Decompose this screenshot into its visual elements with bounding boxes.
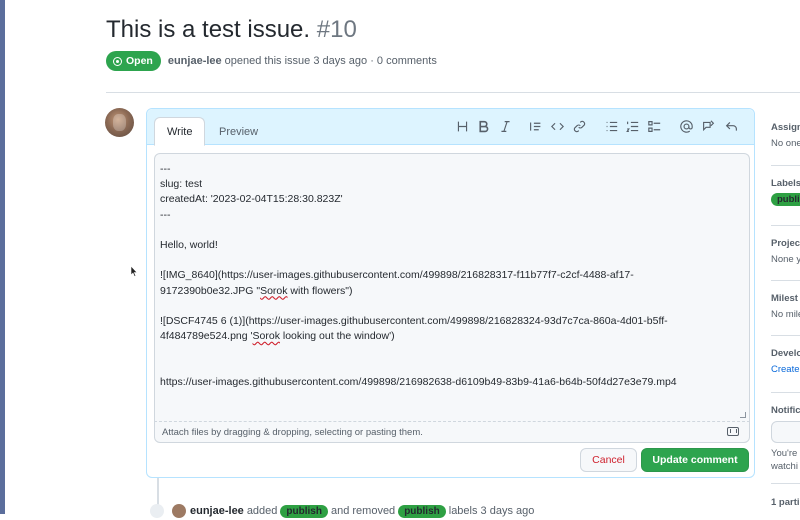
reply-icon[interactable]	[723, 118, 739, 134]
sidebar-heading: 1 parti	[771, 497, 800, 508]
text-line: createdAt: '2023-02-04T15:28:30.823Z'	[160, 193, 343, 206]
label-badge[interactable]: publi	[771, 193, 800, 206]
event-author-link[interactable]: eunjae-lee	[190, 505, 244, 517]
issue-title: This is a test issue. #10	[106, 16, 357, 44]
issue-meta-text: opened this issue 3 days ago · 0 comment…	[224, 55, 437, 67]
editor-header: Write Preview	[147, 109, 754, 146]
sidebar-divider	[771, 165, 800, 166]
sidebar-divider	[771, 335, 800, 336]
label-badge[interactable]: publish	[280, 504, 328, 518]
sidebar-heading: Labels	[771, 178, 800, 189]
text-line	[160, 360, 744, 375]
avatar[interactable]	[172, 504, 186, 518]
cross-reference-icon[interactable]	[700, 118, 716, 134]
issue-number: #10	[316, 16, 357, 43]
task-list-icon[interactable]	[646, 118, 662, 134]
sidebar-labels[interactable]: Labels publi	[771, 178, 800, 206]
text-line: https://user-images.githubusercontent.co…	[160, 375, 677, 388]
text-line: 4f484789e524.png 'Sorok looking out the …	[160, 330, 395, 343]
spellcheck-word: Sorok	[260, 284, 288, 297]
cancel-button[interactable]: Cancel	[580, 448, 637, 472]
sidebar-value: You're	[771, 448, 798, 459]
text-line: Hello, world!	[160, 239, 218, 251]
italic-icon[interactable]	[497, 118, 513, 134]
tag-icon	[150, 504, 164, 518]
attach-files-bar[interactable]: Attach files by dragging & dropping, sel…	[154, 421, 750, 443]
header-divider	[106, 92, 800, 93]
sidebar-value: None y	[771, 254, 800, 265]
markdown-icon[interactable]	[727, 427, 739, 436]
spellcheck-word: Sorok	[252, 330, 280, 343]
text-line	[160, 344, 744, 359]
update-comment-button[interactable]: Update comment	[641, 448, 749, 472]
event-action: and removed	[330, 505, 396, 517]
heading-icon[interactable]	[454, 118, 470, 134]
tab-preview[interactable]: Preview	[207, 117, 270, 146]
text-line	[160, 223, 744, 238]
sidebar-milestone[interactable]: Milest No mile	[771, 293, 800, 320]
text-line: ---	[160, 163, 171, 175]
issue-meta: Open eunjae-lee opened this issue 3 days…	[106, 51, 437, 71]
subscribe-button[interactable]	[771, 421, 800, 443]
bold-icon[interactable]	[475, 118, 491, 134]
quote-icon[interactable]	[527, 118, 543, 134]
code-icon[interactable]	[549, 118, 565, 134]
bulleted-list-icon[interactable]	[603, 118, 619, 134]
attach-hint: Attach files by dragging & dropping, sel…	[162, 427, 423, 438]
text-line: 9172390b0e32.JPG "Sorok with flowers")	[160, 284, 353, 297]
mention-icon[interactable]	[678, 118, 694, 134]
sidebar-divider	[771, 392, 800, 393]
window-edge	[0, 0, 5, 514]
text-line: ![IMG_8640](https://user-images.githubus…	[160, 269, 634, 282]
text-line: ![DSCF4745 6 (1)](https://user-images.gi…	[160, 314, 668, 327]
sidebar-value: No mile	[771, 309, 800, 320]
sidebar-development[interactable]: Develo Create	[771, 348, 800, 375]
label-badge[interactable]: publish	[398, 504, 446, 518]
sidebar-heading: Notific	[771, 405, 800, 416]
event-time: labels 3 days ago	[448, 505, 535, 517]
avatar[interactable]	[105, 108, 134, 137]
issue-author-link[interactable]: eunjae-lee	[168, 55, 222, 67]
sidebar-projects[interactable]: Projec None y	[771, 238, 800, 265]
sidebar-assignees[interactable]: Assign No one	[771, 122, 800, 149]
issue-title-text: This is a test issue.	[106, 16, 311, 43]
sidebar-heading: Assign	[771, 122, 800, 133]
link-icon[interactable]	[571, 118, 587, 134]
sidebar-value: No one	[771, 138, 800, 149]
sidebar-value: watchi	[771, 461, 798, 472]
sidebar-divider	[771, 225, 800, 226]
mouse-cursor-icon	[131, 266, 137, 277]
sidebar-heading: Milest	[771, 293, 798, 304]
text-line	[160, 253, 744, 268]
text-line: ---	[160, 208, 171, 221]
comment-body-textarea[interactable]: --- slug: test createdAt: '2023-02-04T15…	[154, 153, 750, 421]
timeline-event: eunjae-lee added publish and removed pub…	[150, 502, 534, 520]
event-action: added	[246, 505, 278, 517]
sidebar-participants: 1 parti	[771, 497, 800, 508]
sidebar-notifications: Notific You're watchi	[771, 405, 800, 472]
sidebar-divider	[771, 483, 800, 484]
text-line	[160, 299, 744, 314]
text-line: slug: test	[160, 178, 203, 191]
comment-editor: Write Preview --- slug: test createdAt: …	[146, 108, 755, 478]
numbered-list-icon[interactable]	[624, 118, 640, 134]
status-label: Open	[126, 55, 153, 67]
sidebar-heading: Projec	[771, 238, 800, 249]
tab-write[interactable]: Write	[154, 117, 206, 146]
sidebar-heading: Develo	[771, 348, 800, 359]
sidebar-link[interactable]: Create	[771, 364, 800, 375]
status-badge: Open	[106, 51, 161, 71]
open-issue-icon	[113, 56, 122, 66]
sidebar-divider	[771, 280, 800, 281]
resize-handle[interactable]	[740, 412, 746, 418]
